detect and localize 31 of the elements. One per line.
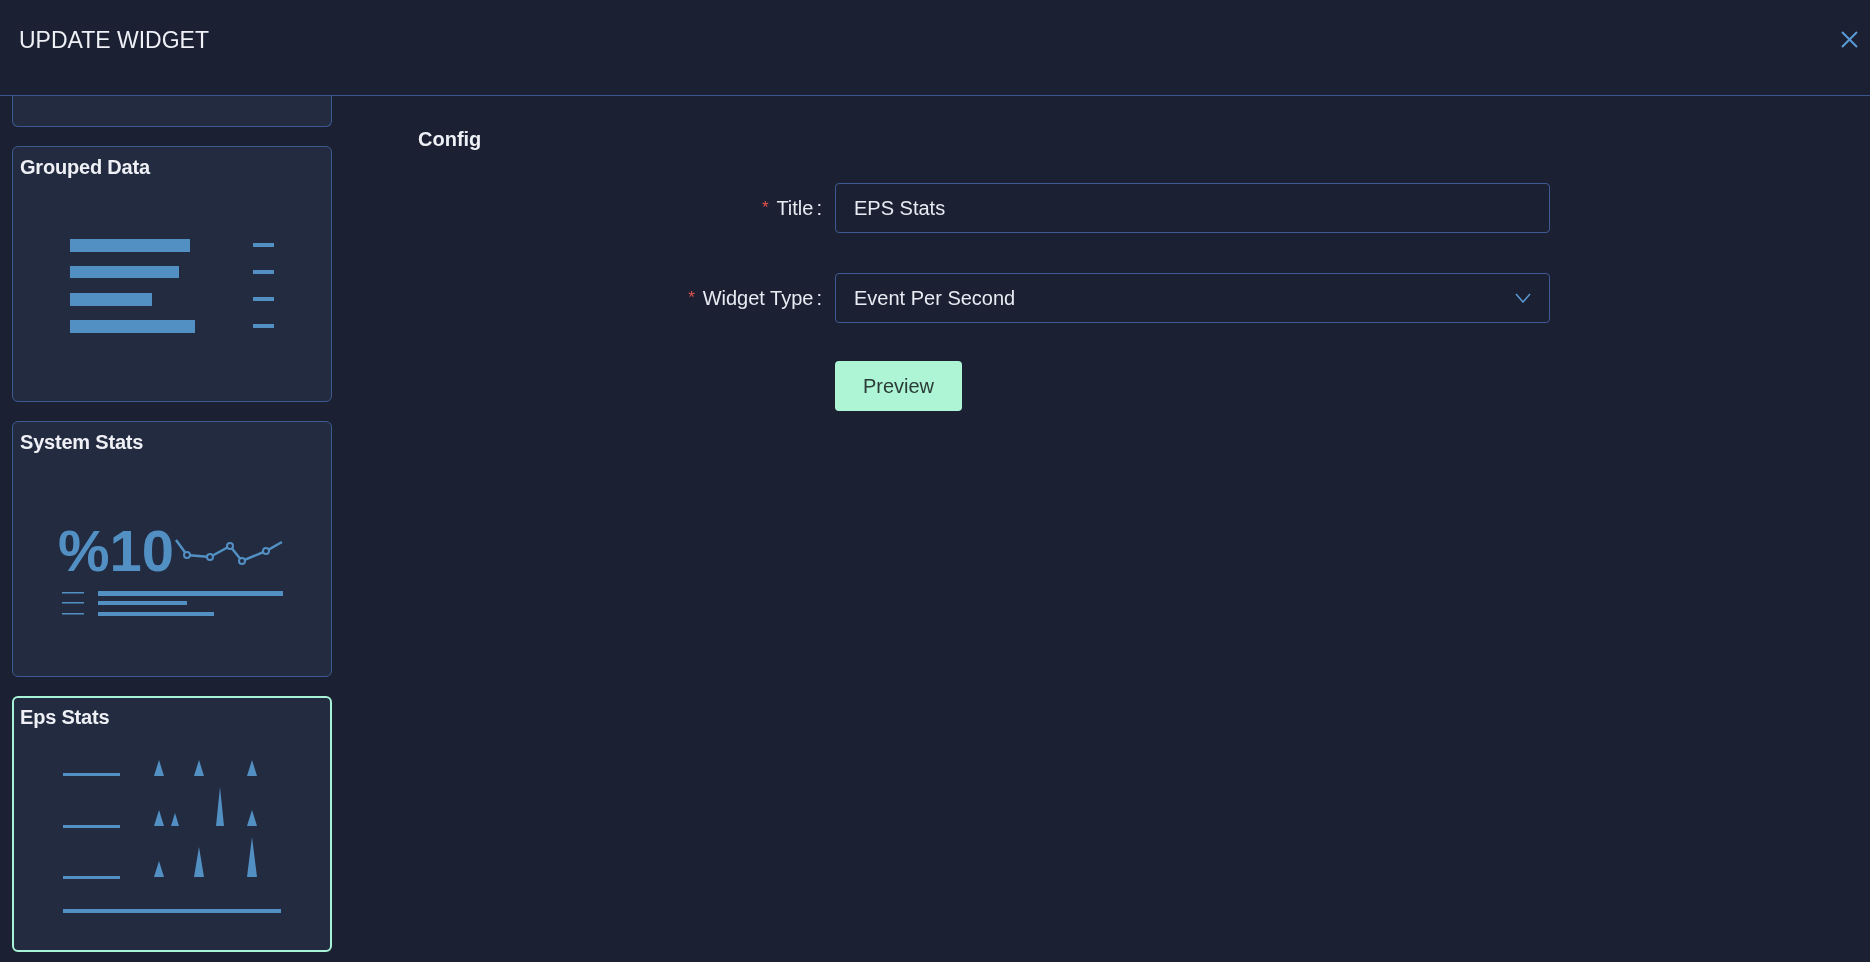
label-colon: : — [816, 286, 822, 310]
field-label: Title — [776, 196, 814, 220]
row-line — [63, 773, 120, 776]
spike — [194, 760, 204, 776]
spike — [247, 810, 257, 826]
close-icon — [1841, 30, 1858, 48]
row-line — [63, 825, 120, 828]
spike — [154, 760, 164, 776]
field-label: Widget Type — [702, 286, 814, 310]
required-mark: * — [686, 288, 697, 308]
spike — [154, 861, 164, 877]
spike — [171, 813, 179, 826]
widget-card[interactable]: Eps Stats — [12, 696, 332, 952]
section-heading: Config — [418, 128, 483, 150]
required-mark: * — [760, 198, 771, 218]
spike — [154, 810, 164, 826]
chevron-down-icon — [1515, 293, 1531, 303]
widget-card[interactable]: Grouped Data — [12, 146, 332, 402]
row-line — [63, 876, 120, 879]
widget-title: Grouped Data — [19, 155, 152, 180]
widget-type-select[interactable]: Event Per Second — [835, 273, 1550, 323]
title-input[interactable]: EPS Stats — [835, 183, 1550, 233]
label-colon: : — [816, 196, 822, 220]
preview-button[interactable]: Preview — [835, 361, 962, 411]
spike — [247, 760, 257, 776]
dialog-title: UPDATE WIDGET — [19, 27, 209, 54]
percent-figure: %10 — [58, 518, 175, 583]
widget-card[interactable]: System Stats %10 — [12, 421, 332, 677]
widget-title: System Stats — [19, 430, 145, 455]
widget-title: Eps Stats — [19, 705, 111, 730]
spike — [194, 847, 204, 877]
